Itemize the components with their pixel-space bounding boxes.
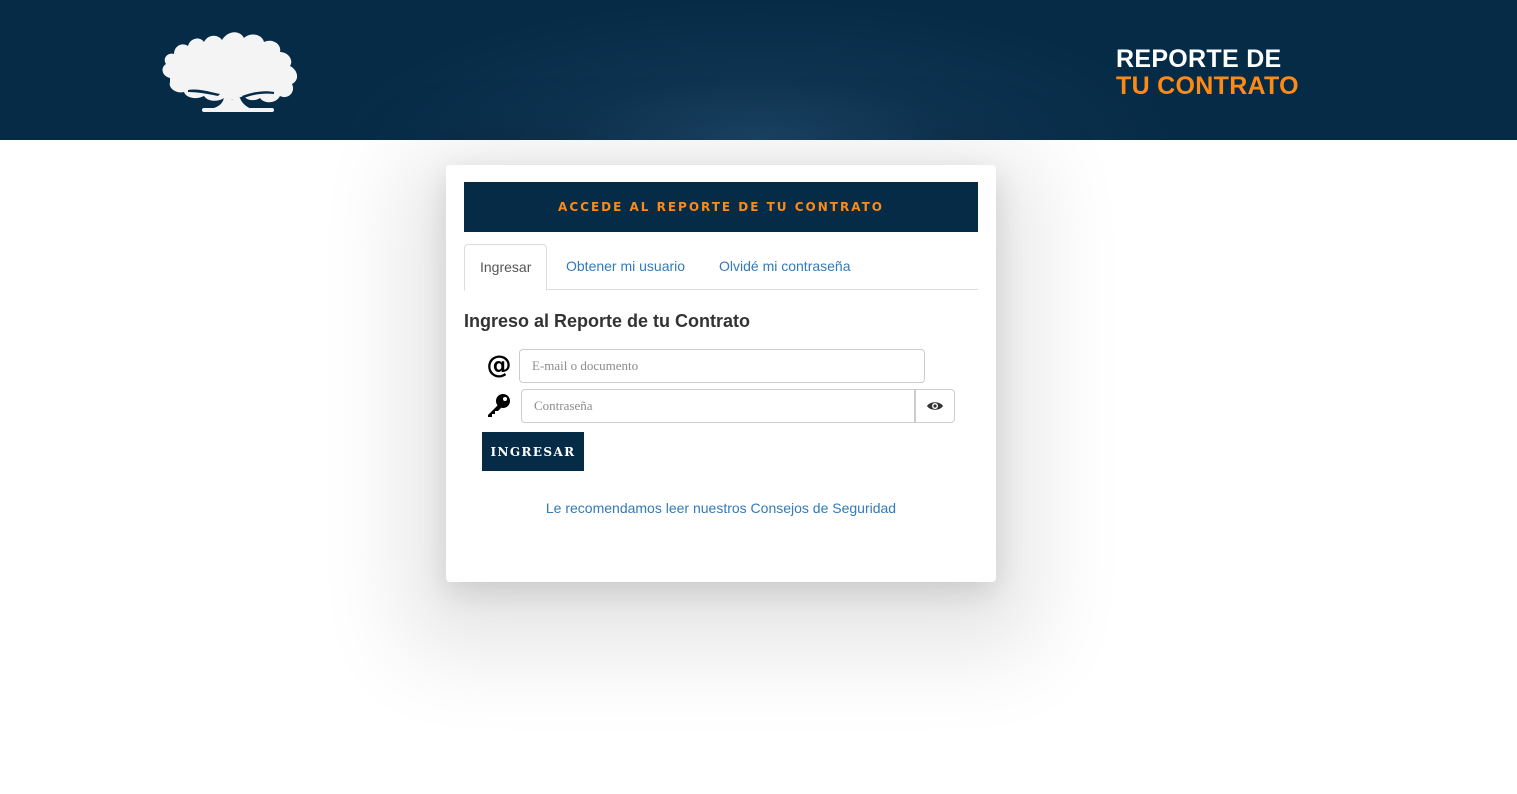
brand-line1: REPORTE DE (1116, 45, 1282, 73)
tab-olvide-contrasena[interactable]: Olvidé mi contraseña (704, 244, 866, 290)
security-tips-link[interactable]: Le recomendamos leer nuestros Consejos d… (446, 500, 996, 516)
at-sign-icon: @ (486, 350, 512, 379)
eye-icon (927, 402, 943, 410)
brand-line2: TU CONTRATO (1116, 72, 1299, 100)
tree-logo-icon[interactable] (158, 26, 304, 114)
ingresar-button[interactable]: INGRESAR (482, 432, 584, 471)
tab-ingresar[interactable]: Ingresar (464, 244, 548, 291)
site-header: REPORTE DE TU CONTRATO (0, 0, 1517, 140)
show-password-button[interactable] (915, 389, 955, 423)
tab-obtener-usuario[interactable]: Obtener mi usuario (551, 244, 700, 290)
tab-bar: Ingresar Obtener mi usuario Olvidé mi co… (464, 244, 978, 291)
login-card: ACCEDE AL REPORTE DE TU CONTRATO Ingresa… (446, 165, 996, 582)
email-field[interactable] (519, 349, 925, 383)
form-title: Ingreso al Reporte de tu Contrato (464, 311, 751, 331)
password-field[interactable] (521, 389, 915, 423)
brand-title: REPORTE DE TU CONTRATO (1116, 46, 1299, 100)
card-heading: ACCEDE AL REPORTE DE TU CONTRATO (464, 182, 978, 232)
key-icon (485, 391, 513, 419)
